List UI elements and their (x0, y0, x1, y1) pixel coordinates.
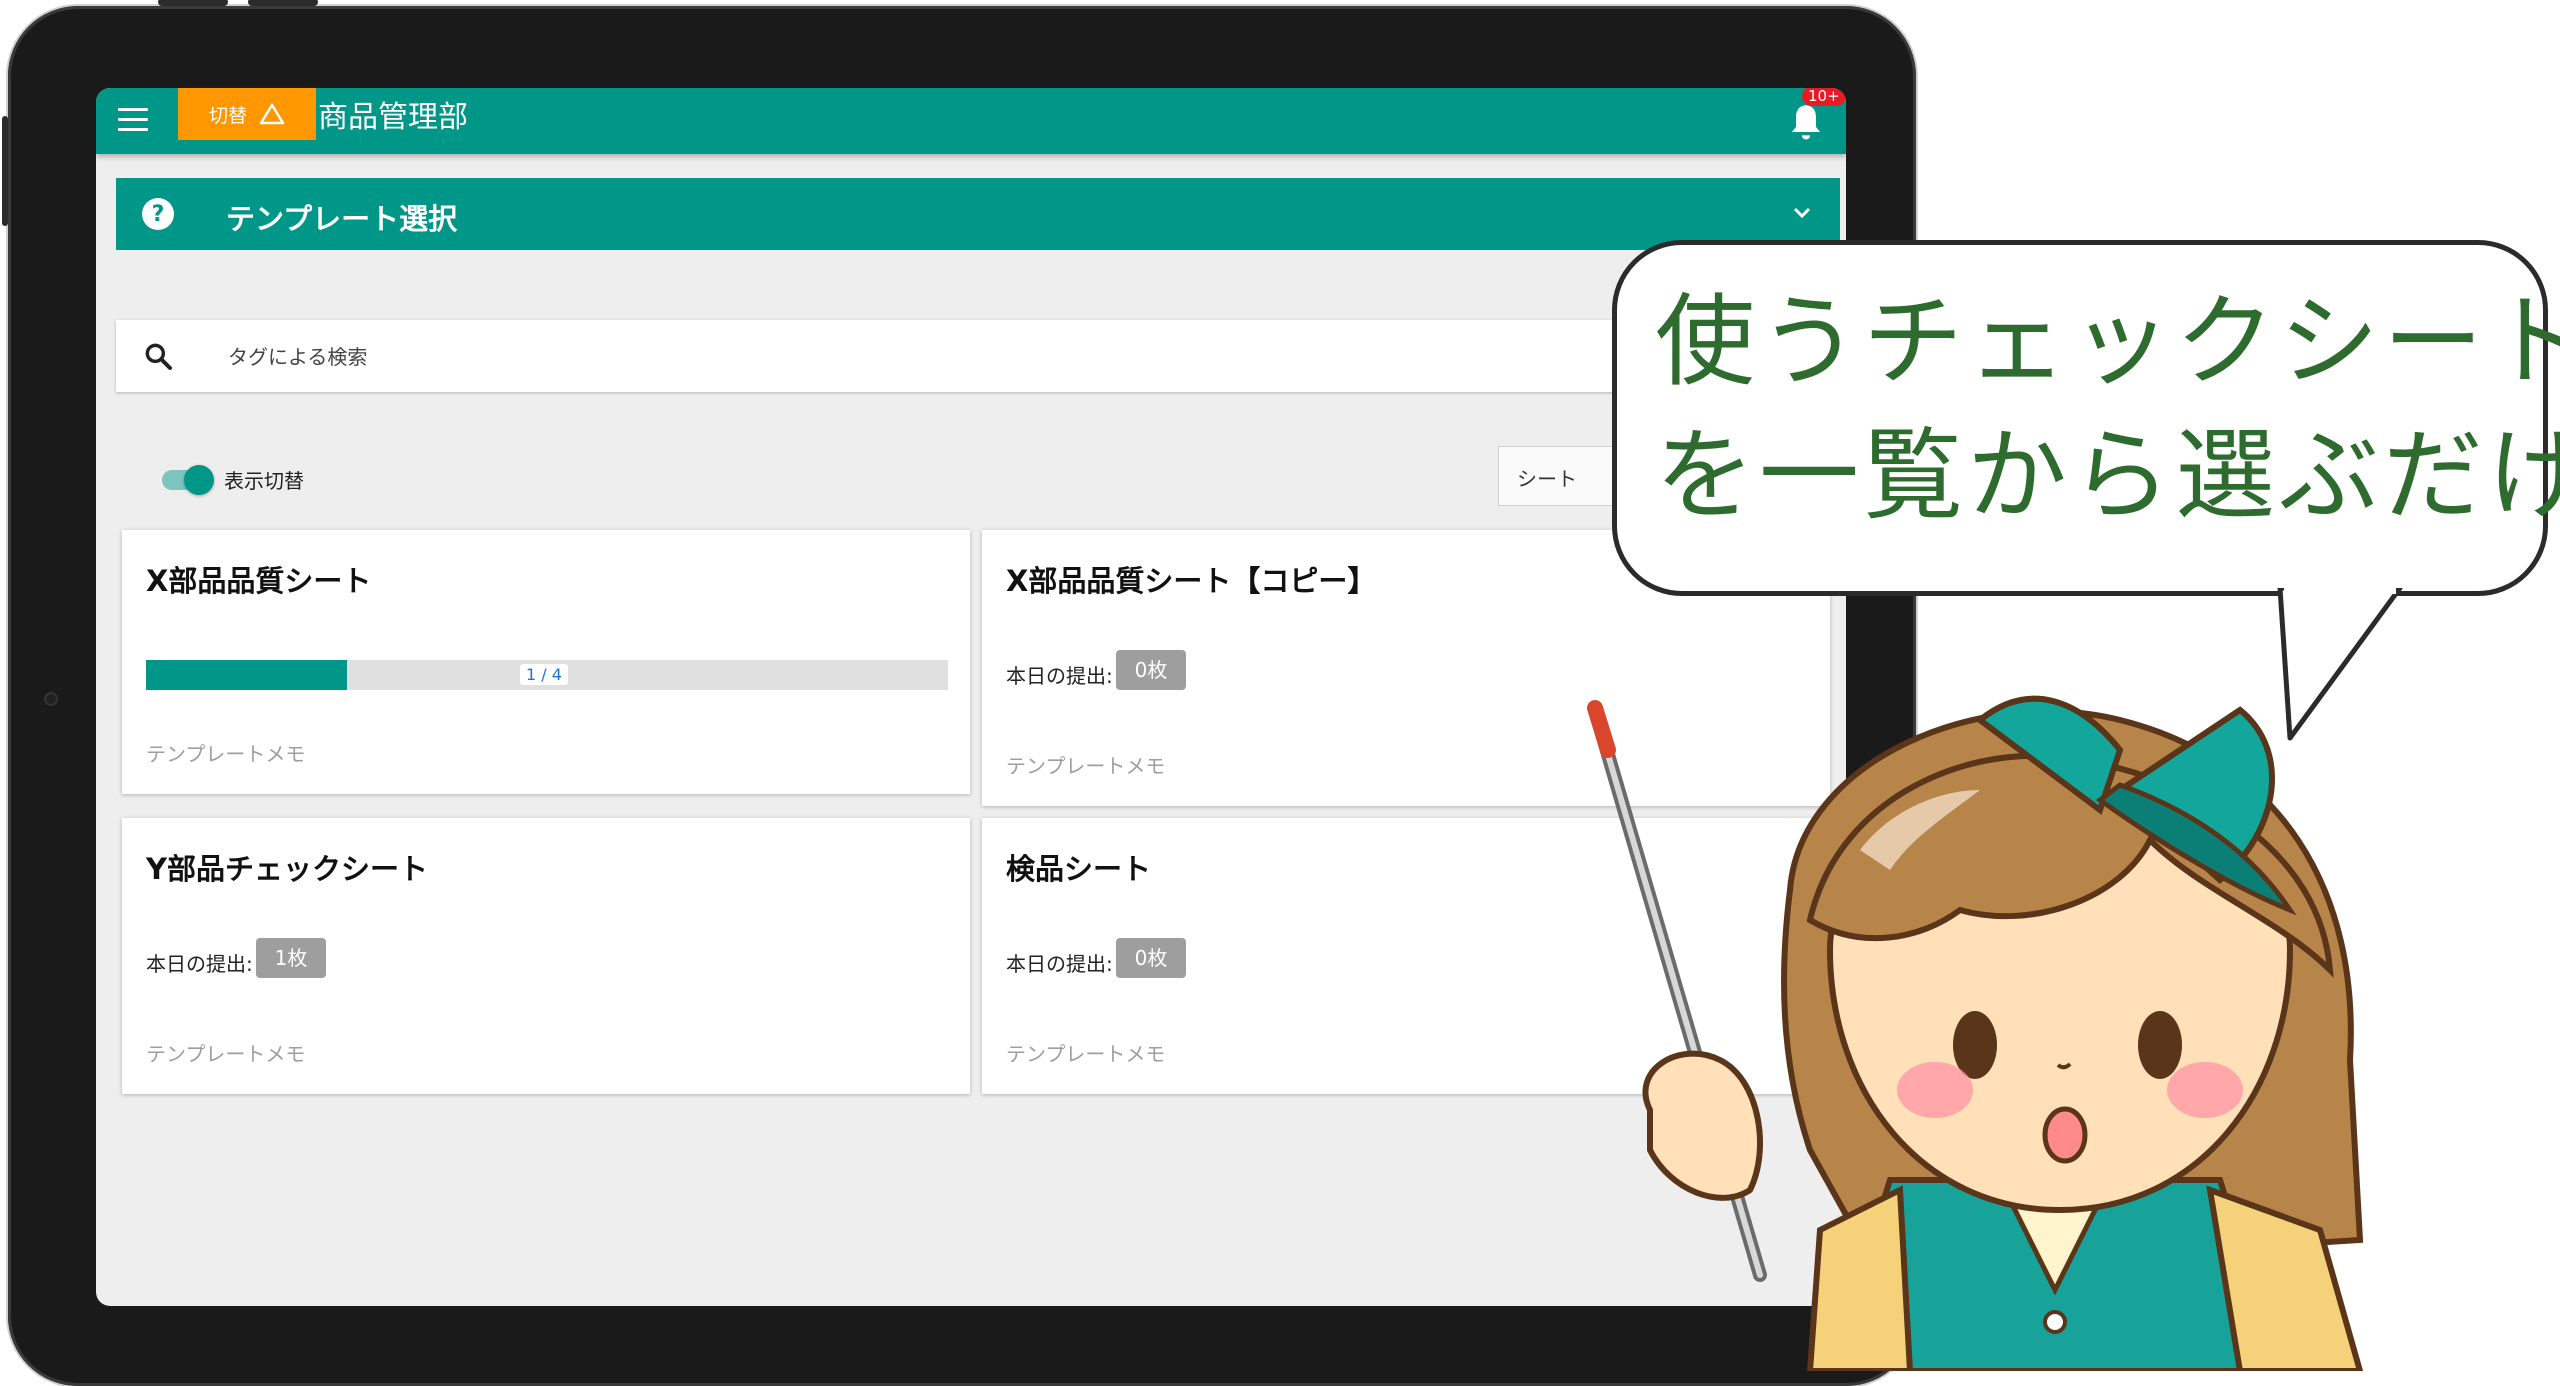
card-memo: テンプレートメモ (1006, 754, 1166, 778)
org-title: 商品管理部 (318, 100, 468, 135)
submit-label: 本日の提出: (1006, 952, 1113, 976)
progress-bar: 1 / 4 (146, 660, 948, 690)
card-title: X部品品質シート【コピー】 (1006, 564, 1377, 598)
panel-title: テンプレート選択 (226, 202, 458, 236)
switch-label: 切替 (208, 104, 247, 127)
card-title: 検品シート (1006, 852, 1152, 886)
submit-label: 本日の提出: (146, 952, 253, 976)
chevron-down-icon[interactable] (1790, 200, 1814, 224)
tag-search-bar (116, 320, 1840, 392)
bubble-line-1: 使うチェックシート (1655, 283, 2560, 400)
warning-icon (259, 103, 285, 125)
bubble-tail (2277, 588, 2403, 741)
app-bar: 切替 商品管理部 10+ (96, 88, 1846, 154)
toggle-label: 表示切替 (224, 469, 304, 493)
card-title: Y部品チェックシート (146, 852, 428, 886)
mascot-illustration (1587, 695, 2364, 1371)
switch-button[interactable]: 切替 (178, 88, 316, 140)
bell-icon[interactable] (1786, 100, 1826, 144)
speech-bubble: 使うチェックシート を一覧から選ぶだけ (1612, 240, 2560, 596)
notification-badge: 10+ (1802, 88, 1846, 106)
toggle-knob (184, 465, 214, 495)
card-memo: テンプレートメモ (146, 1042, 306, 1066)
progress-text: 1 / 4 (520, 664, 568, 685)
bubble-text: 使うチェックシート を一覧から選ぶだけ (1655, 275, 2560, 543)
bubble-line-2: を一覧から選ぶだけ (1655, 417, 2560, 534)
search-icon (145, 343, 172, 370)
card-title: X部品品質シート (146, 564, 372, 598)
card-memo: テンプレートメモ (1006, 1042, 1166, 1066)
menu-icon[interactable] (118, 108, 148, 134)
progress-fill (146, 660, 347, 690)
tablet-button (158, 0, 228, 6)
submit-count-chip: 0枚 (1116, 650, 1186, 690)
template-card[interactable]: Y部品チェックシート 本日の提出: 1枚 テンプレートメモ (122, 818, 970, 1094)
tablet-side-button (2, 116, 8, 226)
submit-count-chip: 0枚 (1116, 938, 1186, 978)
template-select-panel[interactable]: ? テンプレート選択 (116, 178, 1840, 250)
help-icon[interactable]: ? (142, 198, 174, 230)
submit-count-chip: 1枚 (256, 938, 326, 978)
tablet-button (248, 0, 318, 6)
submit-label: 本日の提出: (1006, 664, 1113, 688)
card-memo: テンプレートメモ (146, 742, 306, 766)
camera (46, 694, 56, 704)
tag-search-input[interactable] (226, 336, 1730, 378)
template-card[interactable]: X部品品質シート 1 / 4 テンプレートメモ (122, 530, 970, 794)
view-toggle[interactable] (158, 462, 214, 498)
